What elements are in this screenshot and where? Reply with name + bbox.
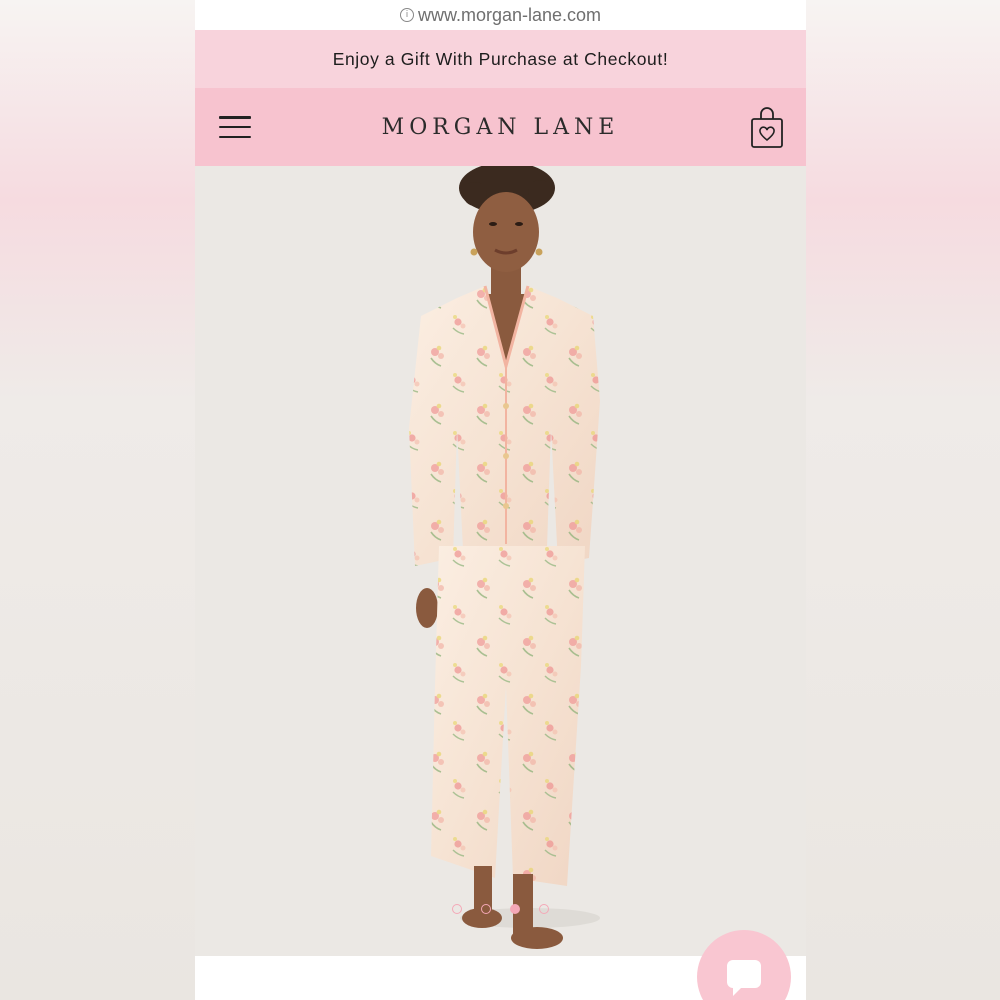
right-blurred-background xyxy=(806,0,1000,1000)
model-pajama-illustration xyxy=(409,166,600,949)
info-icon: i xyxy=(399,8,414,22)
brand-logo[interactable]: MORGAN LANE xyxy=(382,115,620,140)
shopping-bag-heart-icon[interactable] xyxy=(750,105,784,149)
carousel-dot-active[interactable] xyxy=(510,904,520,914)
carousel-dot[interactable] xyxy=(539,904,549,914)
mobile-page: i www.morgan-lane.com Enjoy a Gift With … xyxy=(195,0,806,1000)
site-header: MORGAN LANE xyxy=(195,88,806,166)
chat-bubble-icon xyxy=(727,960,761,996)
product-image[interactable] xyxy=(195,166,806,956)
promo-text: Enjoy a Gift With Purchase at Checkout! xyxy=(332,48,669,69)
carousel-dot[interactable] xyxy=(481,904,491,914)
browser-url-bar[interactable]: i www.morgan-lane.com xyxy=(195,0,806,30)
hamburger-menu-icon[interactable] xyxy=(219,116,251,138)
promo-banner[interactable]: Enjoy a Gift With Purchase at Checkout! xyxy=(195,30,806,88)
url-text: www.morgan-lane.com xyxy=(417,4,602,25)
left-blurred-background xyxy=(0,0,195,1000)
carousel-indicators xyxy=(195,904,806,914)
carousel-dot[interactable] xyxy=(452,904,462,914)
